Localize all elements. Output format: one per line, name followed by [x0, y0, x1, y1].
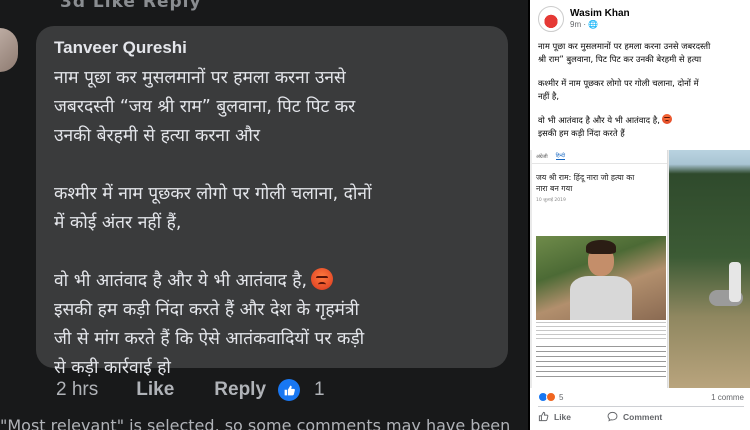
like-button[interactable]: Like [136, 379, 174, 401]
post-timestamp[interactable]: 9m · 🌐 [570, 20, 630, 30]
post-image[interactable]: अंग्रेजी हिन्दी जय श्री राम: हिंदू नारा … [530, 150, 750, 388]
news-headline-line: जय श्री राम: हिंदू नारा जो हत्या का [536, 173, 635, 182]
news-date: 10 जुलाई 2019 [536, 198, 566, 203]
comment-line: में कोई अंतर नहीं हैं, [54, 213, 182, 233]
reaction-count[interactable]: 1 [314, 379, 325, 401]
post-line-with-emoji: वो भी आतंवाद है और ये भी आतंवाद है, [538, 114, 750, 127]
post-comment-count[interactable]: 1 comme [711, 393, 744, 402]
news-language-tabs: अंग्रेजी हिन्दी [532, 150, 667, 164]
comment-actions: 2 hrs Like Reply 1 [56, 377, 325, 403]
sort-notice: "Most relevant" is selected, so some com… [0, 416, 511, 430]
news-tab-english: अंग्रेजी [536, 153, 548, 160]
angry-face-icon [661, 114, 672, 124]
post-text: नाम पूछा कर मुसलमानों पर हमला करना उनसे … [538, 40, 750, 140]
comment-line: जबरदस्ती “जय श्री राम” बुलवाना, पिट पिट … [54, 97, 356, 117]
post-stats: 5 1 comme [538, 392, 744, 402]
news-headline-line: नारा बन गया [536, 184, 573, 193]
post-comment-label: Comment [623, 411, 663, 422]
post-author-avatar[interactable] [538, 6, 564, 32]
facebook-post: Wasim Khan 9m · 🌐 नाम पूछा कर मुसलमानों … [528, 0, 750, 430]
post-header: Wasim Khan 9m · 🌐 [538, 6, 630, 32]
comment-line: उनकी बेरहमी से हत्या करना और [54, 126, 261, 146]
kashmir-meadow-photo [669, 150, 750, 388]
post-reaction-count: 5 [559, 392, 564, 402]
comment-text: नाम पूछा कर मुसलमानों पर हमला करना उनसे … [54, 64, 490, 383]
post-author[interactable]: Wasim Khan [570, 8, 630, 20]
post-line: इसकी हम कड़ी निंदा करते हैं [538, 128, 625, 138]
comment-author[interactable]: Tanveer Qureshi [54, 38, 490, 58]
post-time-text: 9m · [570, 20, 589, 29]
news-photo [536, 236, 666, 320]
comment-line: कश्मीर में नाम पूछकर लोगो पर गोली चलाना,… [54, 184, 372, 204]
commenter-avatar[interactable] [0, 28, 18, 72]
reply-button[interactable]: Reply [214, 379, 266, 401]
post-actions: Like Comment [538, 411, 750, 422]
post-line: नहीं है, [538, 91, 560, 101]
post-line: श्री राम” बुलवाना, पिट पिट कर उनकी बेरहम… [538, 54, 702, 64]
comment-timestamp[interactable]: 2 hrs [56, 379, 98, 401]
divider [538, 406, 744, 407]
post-like-label: Like [554, 411, 572, 422]
news-headline: जय श्री राम: हिंदू नारा जो हत्या का नारा… [536, 172, 667, 194]
angry-face-icon [311, 268, 334, 290]
post-reactions[interactable]: 5 [538, 392, 563, 402]
comment-line: नाम पूछा कर मुसलमानों पर हमला करना उनसे [54, 68, 346, 88]
globe-icon: 🌐 [588, 20, 599, 29]
angry-reaction-icon [546, 392, 556, 402]
thumbs-up-icon [538, 411, 549, 422]
news-photo-caption [536, 322, 666, 340]
comment-line: वो भी आतंवाद है और ये भी आतंवाद है, [54, 271, 308, 291]
post-line: नाम पूछा कर मुसलमानों पर हमला करना उनसे … [538, 41, 711, 51]
thumbs-up-icon[interactable] [278, 379, 301, 401]
previous-comment-actions: 3d Like Reply [60, 0, 202, 12]
post-line: वो भी आतंवाद है और ये भी आतंवाद है, [538, 115, 660, 125]
comment-line-with-emoji: वो भी आतंवाद है और ये भी आतंवाद है, [54, 267, 490, 296]
comment-icon [607, 411, 618, 422]
comment-bubble: Tanveer Qureshi नाम पूछा कर मुसलमानों पर… [36, 26, 508, 378]
comment-screenshot: 3d Like Reply Tanveer Qureshi नाम पूछा क… [0, 0, 528, 430]
news-article-screenshot: अंग्रेजी हिन्दी जय श्री राम: हिंदू नारा … [532, 150, 668, 388]
comment-line: इसकी हम कड़ी निंदा करते हैं और देश के गृ… [54, 300, 360, 320]
news-tab-hindi: हिन्दी [555, 153, 566, 160]
post-like-button[interactable]: Like [538, 411, 571, 422]
post-comment-button[interactable]: Comment [607, 411, 662, 422]
comment-line: जी से मांग करते हैं कि ऐसे आतंकवादियों प… [54, 329, 365, 349]
news-paragraph [536, 346, 666, 380]
post-line: कश्मीर में नाम पूछकर लोगो पर गोली चलाना,… [538, 78, 699, 88]
